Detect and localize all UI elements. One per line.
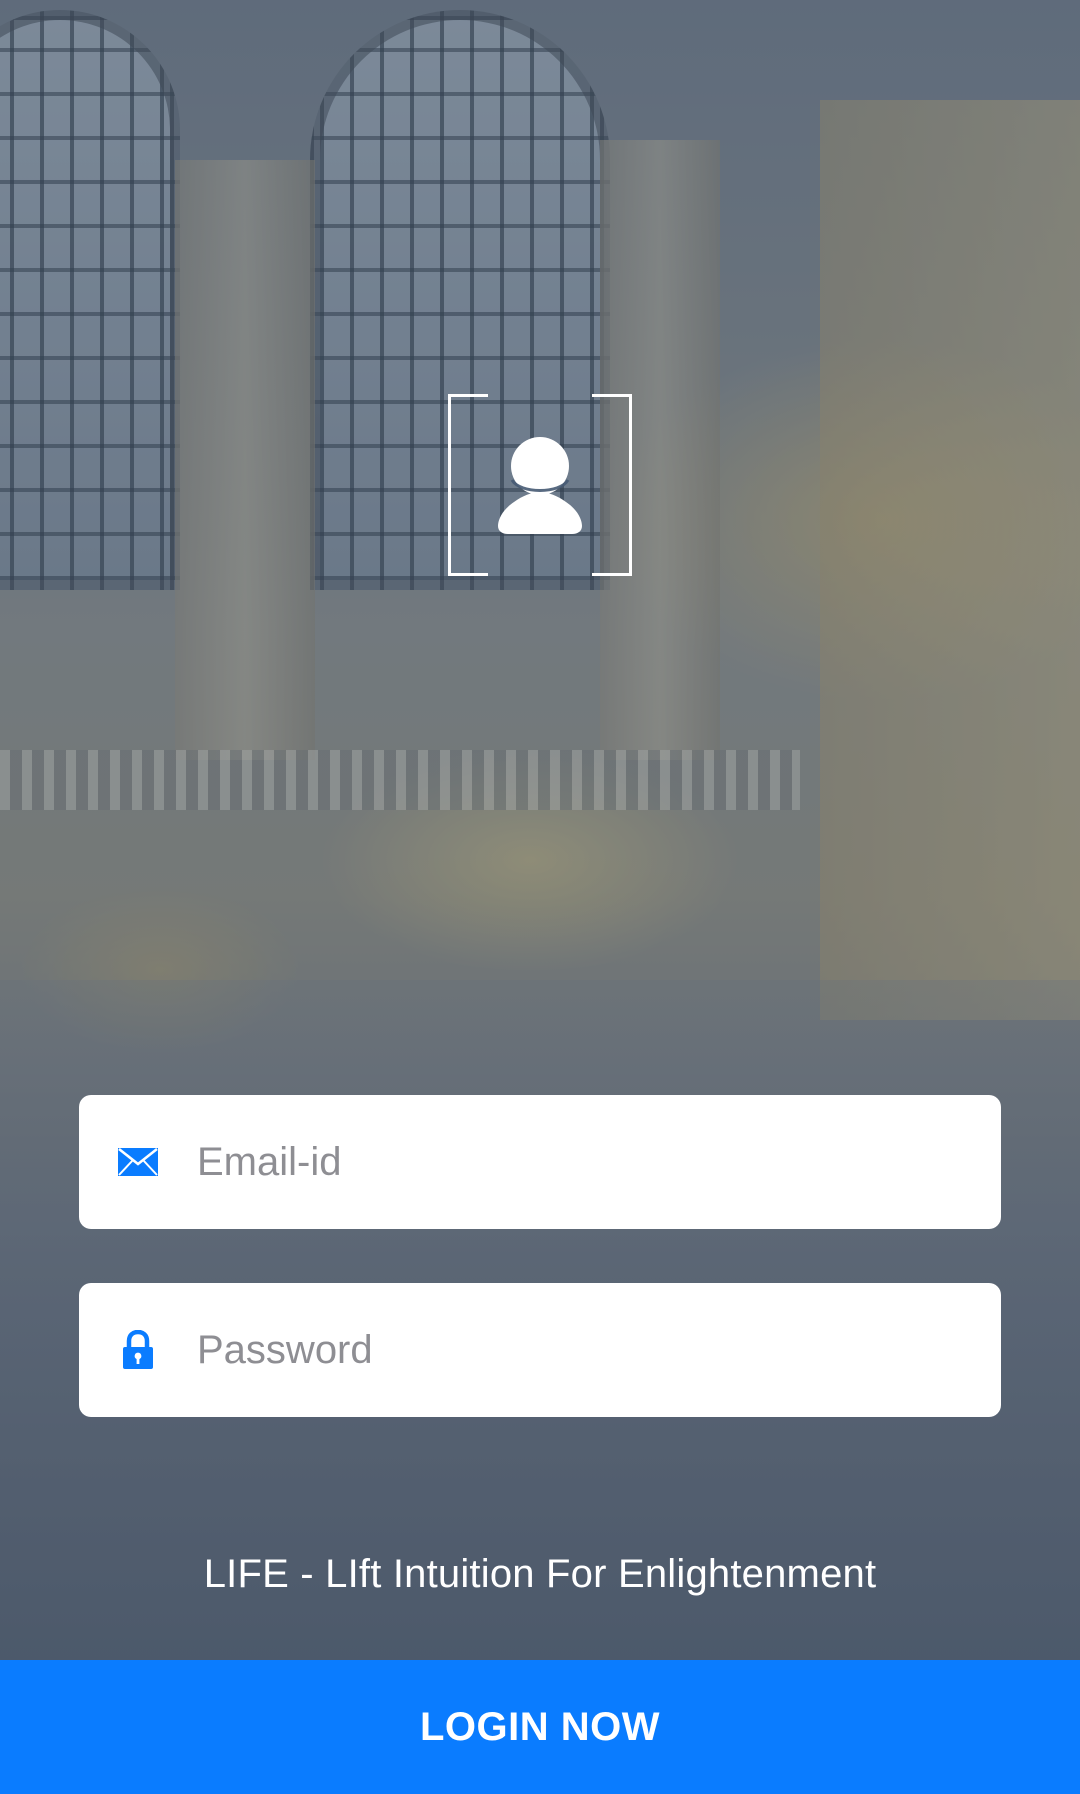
avatar-frame-bracket-right xyxy=(592,394,632,576)
user-icon xyxy=(498,437,582,534)
password-field[interactable] xyxy=(79,1283,1001,1417)
avatar-frame xyxy=(448,394,632,576)
avatar-frame-bracket-left xyxy=(448,394,488,576)
lock-icon xyxy=(117,1329,159,1371)
login-screen: LIFE - LIft Intuition For Enlightenment … xyxy=(0,0,1080,1794)
login-button[interactable]: LOGIN NOW xyxy=(0,1660,1080,1794)
password-input[interactable] xyxy=(197,1327,971,1373)
app-tagline: LIFE - LIft Intuition For Enlightenment xyxy=(203,1552,877,1596)
email-input[interactable] xyxy=(197,1139,971,1185)
envelope-icon xyxy=(117,1141,159,1183)
background-overlay xyxy=(0,0,1080,1794)
email-field[interactable] xyxy=(79,1095,1001,1229)
